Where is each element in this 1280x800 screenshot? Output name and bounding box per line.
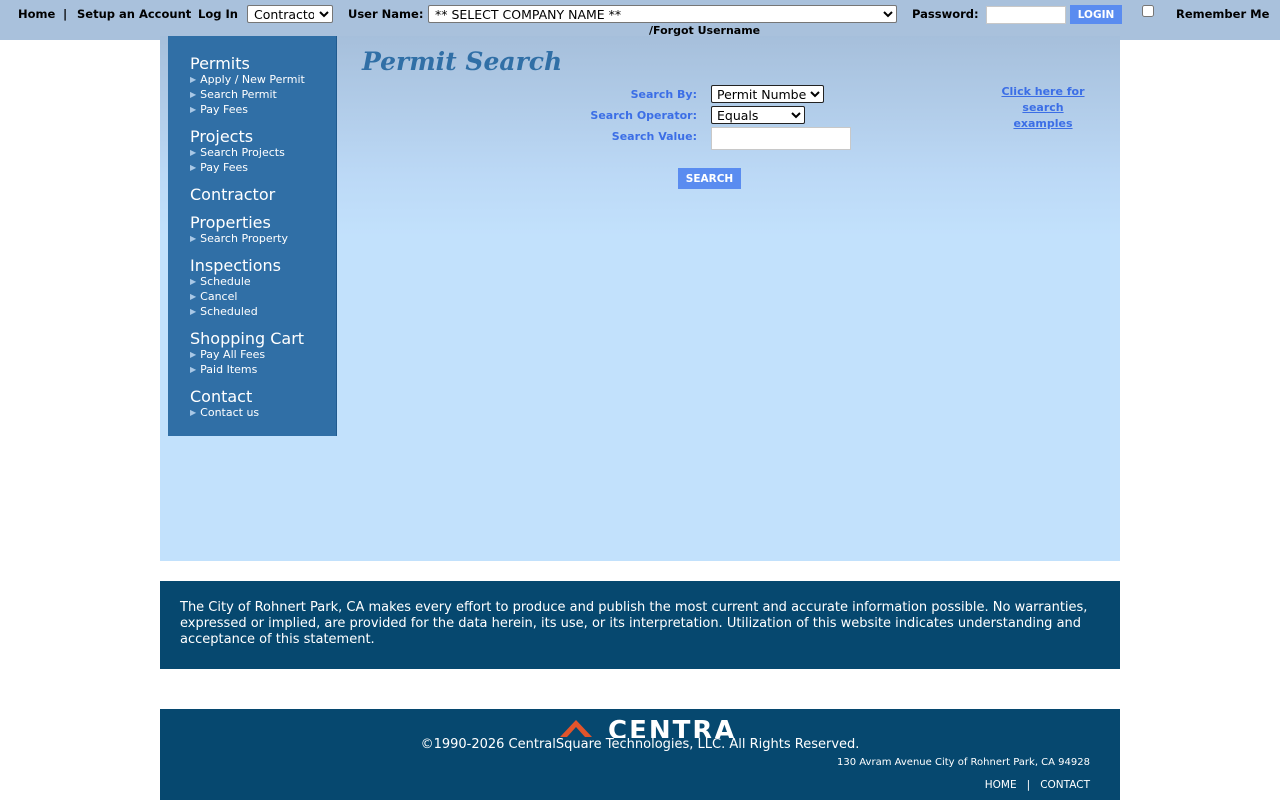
- centralsquare-logo-icon: [560, 720, 592, 737]
- search-operator-select[interactable]: Equals: [711, 106, 805, 124]
- arrow-right-icon: ▶: [190, 163, 197, 172]
- password-label: Password:: [912, 7, 979, 21]
- sidebar-item-label: Pay Fees: [200, 103, 249, 116]
- sidebar-item-apply-permit[interactable]: ▶ Apply / New Permit: [190, 73, 305, 86]
- sidebar-item-label: Contact us: [200, 406, 260, 419]
- home-link[interactable]: Home: [18, 7, 55, 21]
- arrow-right-icon: ▶: [190, 105, 197, 114]
- sidebar-item-search-projects[interactable]: ▶ Search Projects: [190, 146, 285, 159]
- remember-me-label: Remember Me: [1176, 7, 1270, 21]
- arrow-right-icon: ▶: [190, 350, 197, 359]
- sidebar-item-schedule[interactable]: ▶ Schedule: [190, 275, 251, 288]
- sidebar-item-pay-all-fees[interactable]: ▶ Pay All Fees: [190, 348, 265, 361]
- arrow-right-icon: ▶: [190, 365, 197, 374]
- login-type-select[interactable]: Contractor: [247, 5, 333, 23]
- company-name-select[interactable]: ** SELECT COMPANY NAME **: [428, 5, 897, 23]
- sidebar-section-inspections[interactable]: Inspections: [190, 256, 281, 275]
- sidebar-item-label: Pay Fees: [200, 161, 249, 174]
- arrow-right-icon: ▶: [190, 277, 197, 286]
- search-examples-link[interactable]: Click here for search examples: [996, 84, 1090, 132]
- footer-links: HOME | CONTACT: [985, 779, 1090, 791]
- sidebar-item-scheduled[interactable]: ▶ Scheduled: [190, 305, 258, 318]
- sidebar-item-project-pay-fees[interactable]: ▶ Pay Fees: [190, 161, 248, 174]
- footer-home-link[interactable]: HOME: [985, 779, 1017, 791]
- top-login-bar: Home | Setup an Account Log In Contracto…: [0, 0, 1280, 40]
- search-operator-label: Search Operator:: [590, 109, 697, 122]
- arrow-right-icon: ▶: [190, 90, 197, 99]
- forgot-username-link[interactable]: /Forgot Username: [649, 24, 760, 37]
- password-input[interactable]: [986, 6, 1066, 24]
- login-button[interactable]: LOGIN: [1070, 5, 1122, 24]
- sidebar-item-label: Search Property: [200, 232, 288, 245]
- remember-me-checkbox[interactable]: [1142, 5, 1154, 17]
- sidebar-item-pay-fees[interactable]: ▶ Pay Fees: [190, 103, 248, 116]
- sidebar-item-label: Search Permit: [200, 88, 277, 101]
- arrow-right-icon: ▶: [190, 148, 197, 157]
- arrow-right-icon: ▶: [190, 292, 197, 301]
- setup-account-link[interactable]: Setup an Account: [77, 7, 191, 21]
- arrow-right-icon: ▶: [190, 234, 197, 243]
- sidebar-item-label: Apply / New Permit: [200, 73, 305, 86]
- footer-contact-link[interactable]: CONTACT: [1040, 779, 1090, 791]
- sidebar-section-projects[interactable]: Projects: [190, 127, 253, 146]
- sidebar-nav: Permits ▶ Apply / New Permit ▶ Search Perm…: [168, 36, 337, 436]
- address-text: 130 Avram Avenue City of Rohnert Park, C…: [837, 757, 1090, 768]
- search-button[interactable]: SEARCH: [678, 168, 741, 189]
- search-value-input[interactable]: [711, 127, 851, 150]
- sidebar-item-label: Schedule: [200, 275, 251, 288]
- arrow-right-icon: ▶: [190, 75, 197, 84]
- sidebar-item-label: Cancel: [200, 290, 238, 303]
- login-label: Log In: [198, 7, 238, 21]
- sidebar-item-search-property[interactable]: ▶ Search Property: [190, 232, 288, 245]
- sidebar-section-shopping-cart[interactable]: Shopping Cart: [190, 329, 304, 348]
- sidebar-item-cancel[interactable]: ▶ Cancel: [190, 290, 237, 303]
- username-label: User Name:: [348, 7, 424, 21]
- page-title: Permit Search: [362, 47, 563, 76]
- copyright-text: ©1990-2026 CentralSquare Technologies, L…: [420, 737, 860, 752]
- search-by-label: Search By:: [630, 88, 697, 101]
- topbar-separator: |: [63, 7, 68, 21]
- arrow-right-icon: ▶: [190, 408, 197, 417]
- sidebar-section-contractor[interactable]: Contractor: [190, 185, 275, 204]
- search-value-label: Search Value:: [611, 130, 697, 143]
- sidebar-item-contact-us[interactable]: ▶ Contact us: [190, 406, 259, 419]
- search-by-select[interactable]: Permit Number: [711, 85, 824, 103]
- sidebar-item-label: Search Projects: [200, 146, 285, 159]
- disclaimer-text: The City of Rohnert Park, CA makes every…: [180, 600, 1088, 647]
- logo-text: CENTRA: [608, 718, 737, 738]
- sidebar-item-label: Scheduled: [200, 305, 258, 318]
- sidebar-section-properties[interactable]: Properties: [190, 213, 271, 232]
- footer: CENTRA ©1990-2026 CentralSquare Technolo…: [160, 709, 1120, 800]
- sidebar-item-paid-items[interactable]: ▶ Paid Items: [190, 363, 257, 376]
- sidebar-section-contact[interactable]: Contact: [190, 387, 252, 406]
- sidebar-item-search-permit[interactable]: ▶ Search Permit: [190, 88, 277, 101]
- arrow-right-icon: ▶: [190, 307, 197, 316]
- sidebar-item-label: Paid Items: [200, 363, 258, 376]
- disclaimer-panel: The City of Rohnert Park, CA makes every…: [160, 581, 1120, 669]
- footer-separator: |: [1026, 779, 1031, 791]
- sidebar-item-label: Pay All Fees: [200, 348, 266, 361]
- sidebar-section-permits[interactable]: Permits: [190, 54, 250, 73]
